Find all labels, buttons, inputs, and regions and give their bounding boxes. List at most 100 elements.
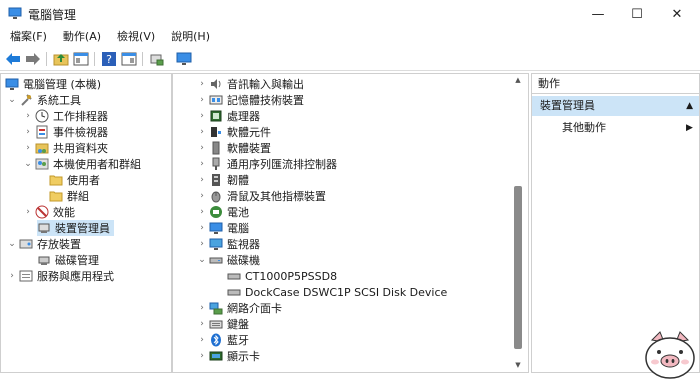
- tree-item-performance[interactable]: › 效能: [23, 204, 75, 220]
- tree-item-task-scheduler[interactable]: › 工作排程器: [23, 108, 108, 124]
- chevron-right-icon[interactable]: ›: [197, 223, 207, 233]
- device-label: 藍牙: [227, 334, 249, 347]
- tree-item-system-tools[interactable]: ⌄ 系統工具: [7, 92, 81, 108]
- device-category-display-adapters[interactable]: › 顯示卡: [197, 348, 260, 364]
- disk-icon: [227, 285, 241, 299]
- chevron-right-icon[interactable]: ›: [197, 79, 207, 89]
- tree-item-shared-folders[interactable]: › 共用資料夾: [23, 140, 108, 156]
- menu-file[interactable]: 檔案(F): [10, 28, 47, 46]
- chevron-down-icon[interactable]: ⌄: [7, 95, 17, 105]
- chevron-right-icon[interactable]: ›: [7, 271, 17, 281]
- chevron-right-icon[interactable]: ›: [197, 239, 207, 249]
- chevron-down-icon[interactable]: ⌄: [7, 239, 17, 249]
- up-one-level-button[interactable]: [52, 50, 70, 68]
- properties-button[interactable]: [120, 50, 138, 68]
- close-button[interactable]: ✕: [654, 0, 700, 28]
- device-label: 電腦: [227, 222, 249, 235]
- battery-icon: [209, 205, 223, 219]
- chevron-right-icon[interactable]: ›: [197, 175, 207, 185]
- tree-item-storage[interactable]: ⌄ 存放裝置: [7, 236, 81, 252]
- device-category-processors[interactable]: › 處理器: [197, 108, 260, 124]
- chevron-right-icon[interactable]: ›: [23, 207, 33, 217]
- device-category-network-adapters[interactable]: › 網路介面卡: [197, 300, 282, 316]
- chevron-right-icon[interactable]: ›: [197, 111, 207, 121]
- device-category-software-components[interactable]: › 軟體元件: [197, 124, 271, 140]
- device-category-batteries[interactable]: › 電池: [197, 204, 249, 220]
- scan-hardware-button[interactable]: [148, 50, 166, 68]
- tree-item-services-apps[interactable]: › 服務與應用程式: [7, 268, 114, 284]
- device-category-keyboards[interactable]: › 鍵盤: [197, 316, 249, 332]
- chevron-right-icon[interactable]: ›: [197, 351, 207, 361]
- back-button[interactable]: [4, 50, 22, 68]
- software-device-icon: [209, 141, 223, 155]
- actions-header: 動作: [532, 74, 699, 94]
- device-category-software-devices[interactable]: › 軟體裝置: [197, 140, 271, 156]
- tree-item-groups[interactable]: 群組: [49, 188, 89, 204]
- device-label: 記憶體技術裝置: [227, 94, 304, 107]
- network-adapter-icon: [209, 301, 223, 315]
- mouse-icon: [209, 189, 223, 203]
- chevron-right-icon[interactable]: ›: [197, 95, 207, 105]
- device-label: 通用序列匯流排控制器: [227, 158, 337, 171]
- tree-item-disk-management[interactable]: 磁碟管理: [37, 252, 99, 268]
- show-hide-console-tree-button[interactable]: [72, 50, 90, 68]
- device-category-firmware[interactable]: › 韌體: [197, 172, 249, 188]
- tree-item-local-users-groups[interactable]: ⌄ 本機使用者和群組: [23, 156, 141, 172]
- maximize-icon: ☐: [631, 6, 643, 22]
- disk-drive-icon: [209, 253, 223, 267]
- device-item-ct1000p5pssd8[interactable]: CT1000P5PSSD8: [227, 268, 337, 284]
- device-label: 監視器: [227, 238, 260, 251]
- chevron-right-icon[interactable]: ›: [197, 191, 207, 201]
- chevron-down-icon[interactable]: ⌄: [197, 255, 207, 265]
- menu-bar: 檔案(F) 動作(A) 檢視(V) 說明(H): [0, 28, 700, 46]
- scroll-up-arrow-icon[interactable]: ▲: [514, 76, 522, 84]
- device-category-mice[interactable]: › 滑鼠及其他指標裝置: [197, 188, 326, 204]
- more-actions-item[interactable]: 其他動作: [562, 120, 606, 136]
- device-category-disk-drives[interactable]: ⌄ 磁碟機: [197, 252, 260, 268]
- chevron-right-icon[interactable]: ›: [197, 207, 207, 217]
- actions-group-device-manager[interactable]: 裝置管理員 ▲: [532, 96, 699, 116]
- tree-item-device-manager[interactable]: 裝置管理員: [37, 220, 114, 236]
- submenu-arrow-icon[interactable]: ▶: [686, 120, 693, 136]
- help-button[interactable]: ?: [100, 50, 118, 68]
- device-label: 軟體元件: [227, 126, 271, 139]
- chevron-right-icon[interactable]: ›: [197, 143, 207, 153]
- close-icon: ✕: [671, 6, 683, 22]
- computer-icon: [209, 221, 223, 235]
- collapse-triangle-icon[interactable]: ▲: [686, 96, 693, 116]
- device-category-monitors[interactable]: › 監視器: [197, 236, 260, 252]
- tree-item-computer-management[interactable]: 電腦管理 (本機): [5, 76, 101, 92]
- actions-group-label: 裝置管理員: [540, 99, 595, 112]
- menu-help[interactable]: 說明(H): [171, 28, 210, 46]
- device-list-scrollbar-thumb[interactable]: [514, 186, 522, 349]
- tree-item-event-viewer[interactable]: › 事件檢視器: [23, 124, 108, 140]
- chevron-right-icon[interactable]: ›: [197, 303, 207, 313]
- chevron-right-icon[interactable]: ›: [197, 335, 207, 345]
- forward-button[interactable]: [24, 50, 42, 68]
- chevron-right-icon[interactable]: ›: [23, 111, 33, 121]
- monitor-button[interactable]: [175, 50, 193, 68]
- toolbar-separator: [46, 52, 47, 66]
- device-category-computer[interactable]: › 電腦: [197, 220, 249, 236]
- tree-label: 事件檢視器: [53, 126, 108, 139]
- speaker-icon: [209, 77, 223, 91]
- device-category-bluetooth[interactable]: › 藍牙: [197, 332, 249, 348]
- device-category-usb[interactable]: › 通用序列匯流排控制器: [197, 156, 337, 172]
- device-label: 顯示卡: [227, 350, 260, 363]
- device-item-dockcase-disk[interactable]: DockCase DSWC1P SCSI Disk Device: [227, 284, 447, 300]
- menu-action[interactable]: 動作(A): [63, 28, 101, 46]
- chevron-right-icon[interactable]: ›: [197, 319, 207, 329]
- scroll-down-arrow-icon[interactable]: ▼: [514, 361, 522, 369]
- pig-mascot-watermark-icon: [645, 331, 695, 379]
- device-label: 音訊輸入與輸出: [227, 78, 304, 91]
- chevron-down-icon[interactable]: ⌄: [23, 159, 33, 169]
- device-label: CT1000P5PSSD8: [245, 269, 338, 283]
- chevron-right-icon[interactable]: ›: [197, 127, 207, 137]
- device-category-audio[interactable]: › 音訊輸入與輸出: [197, 76, 304, 92]
- menu-view[interactable]: 檢視(V): [117, 28, 155, 46]
- device-category-memory-tech[interactable]: › 記憶體技術裝置: [197, 92, 304, 108]
- chevron-right-icon[interactable]: ›: [23, 143, 33, 153]
- chevron-right-icon[interactable]: ›: [23, 127, 33, 137]
- tree-item-users[interactable]: 使用者: [49, 172, 100, 188]
- chevron-right-icon[interactable]: ›: [197, 159, 207, 169]
